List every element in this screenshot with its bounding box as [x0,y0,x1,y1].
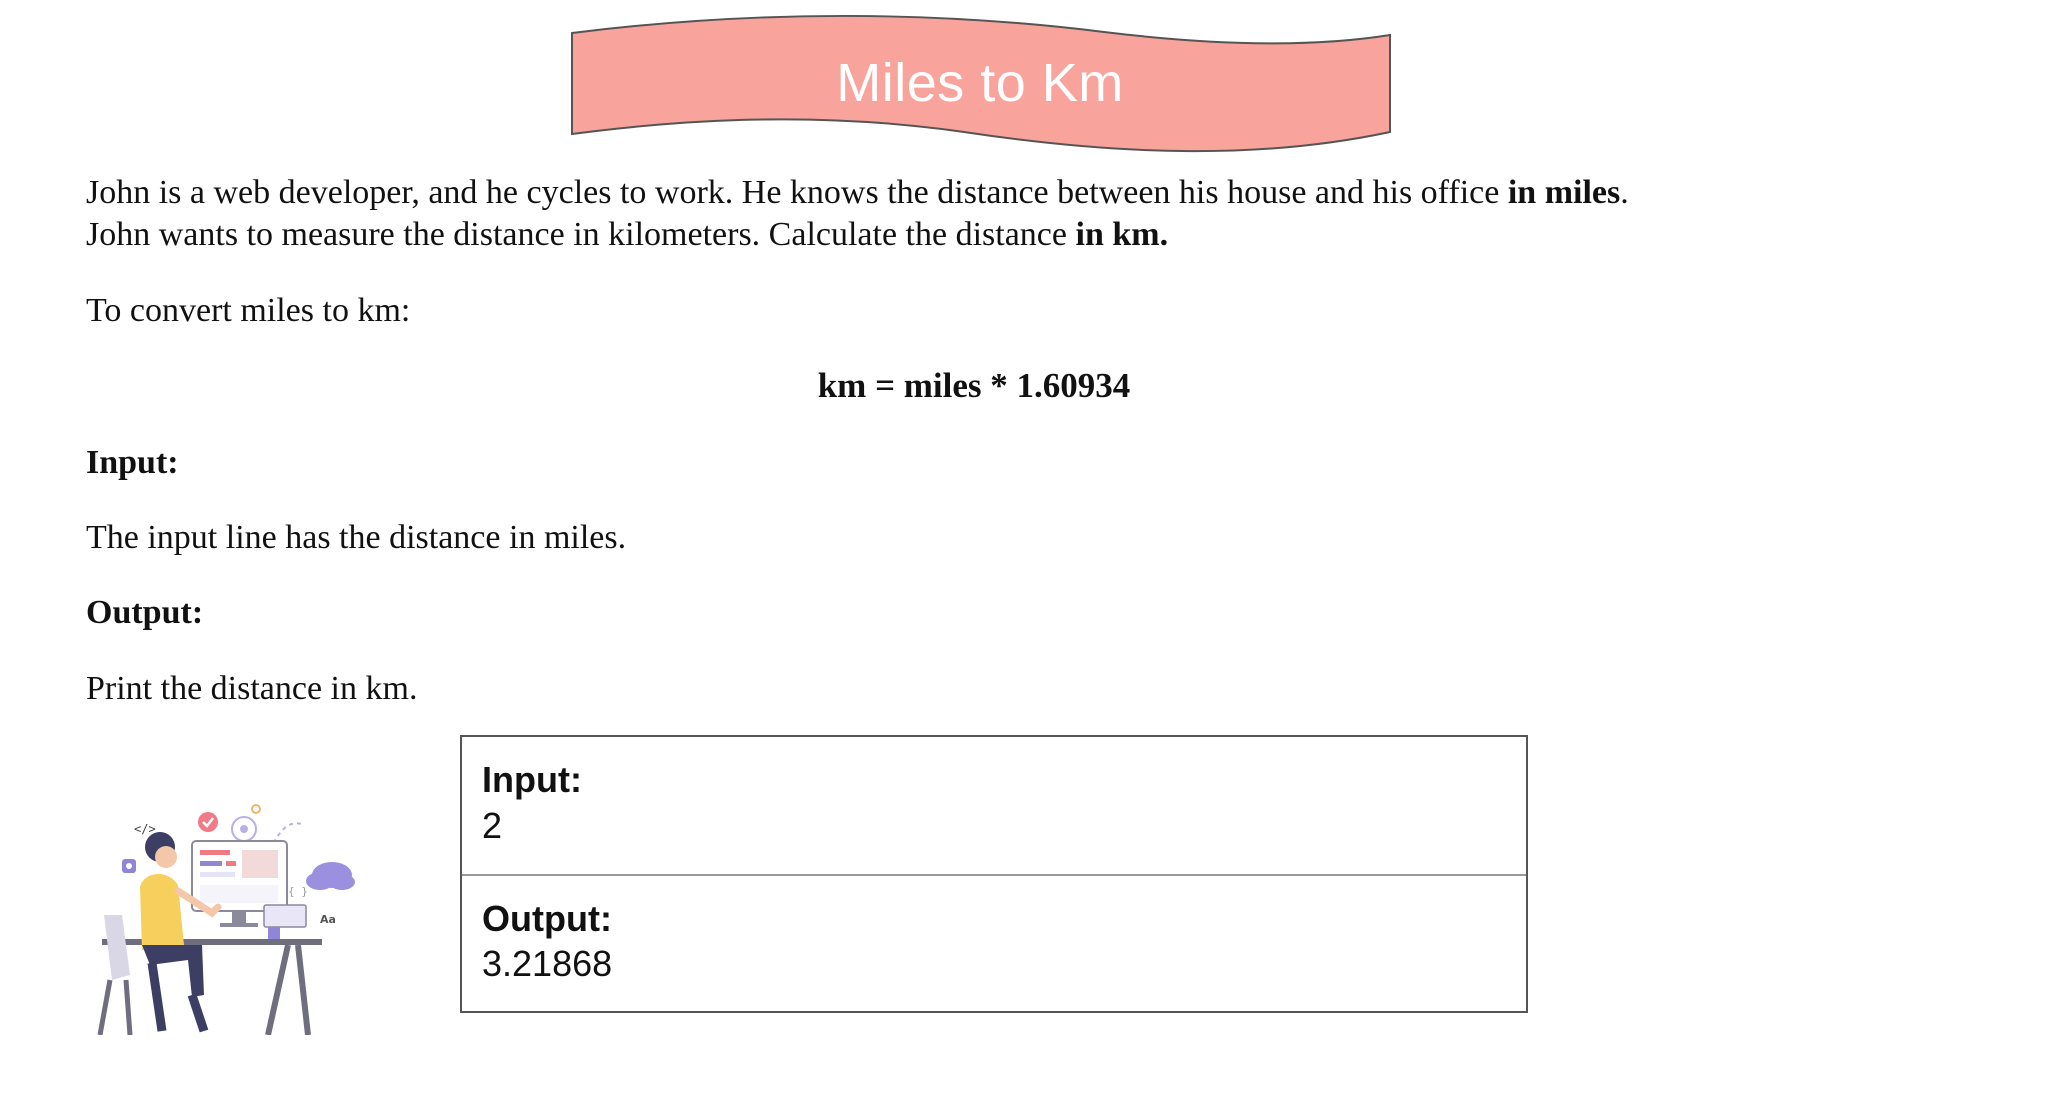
braces-icon: { } [288,885,308,898]
description-line-1-bold: in miles [1507,174,1621,211]
description-line-1-end: . [1620,174,1629,211]
description-line-2-text: John wants to measure the distance in ki… [86,216,1076,253]
description-line-1: John is a web developer, and he cycles t… [86,172,1629,214]
illustration-svg: </> Aa { } [97,804,355,1036]
example-input-label: Input: [482,759,582,800]
input-description: The input line has the distance in miles… [86,519,627,556]
conversion-label: To convert miles to km: [86,292,411,329]
problem-description: John is a web developer, and he cycles t… [86,172,1629,256]
description-line-2-bold: in km. [1075,216,1169,253]
output-heading: Output: [86,594,204,631]
description-line-1-text: John is a web developer, and he cycles t… [86,174,1508,211]
code-tag-icon: </> [134,822,156,836]
example-output-row: Output: 3.21868 [462,876,1526,1013]
output-description: Print the distance in km. [86,670,418,707]
description-line-2: John wants to measure the distance in ki… [86,214,1629,256]
title-banner: Miles to Km [564,14,1396,154]
example-input-value: 2 [482,805,503,846]
conversion-formula: km = miles * 1.60934 [817,366,1131,405]
example-table: Input: 2 Output: 3.21868 [460,735,1528,1013]
desk-icon [102,939,322,1036]
example-output-value: 3.21868 [482,943,613,984]
gear-icon [231,804,261,842]
laptop-icon [263,904,307,928]
example-input-row: Input: 2 [462,737,1526,876]
example-output-label: Output: [482,898,612,939]
chair-icon [97,915,133,1036]
developer-at-desk-illustration: </> Aa { } [92,795,362,1036]
check-badge-icon [198,812,218,832]
cloud-icon [306,862,355,890]
font-tag-icon: Aa [320,913,336,926]
input-heading: Input: [86,444,179,481]
cup-icon [268,927,280,939]
page-title: Miles to Km [836,53,1124,113]
